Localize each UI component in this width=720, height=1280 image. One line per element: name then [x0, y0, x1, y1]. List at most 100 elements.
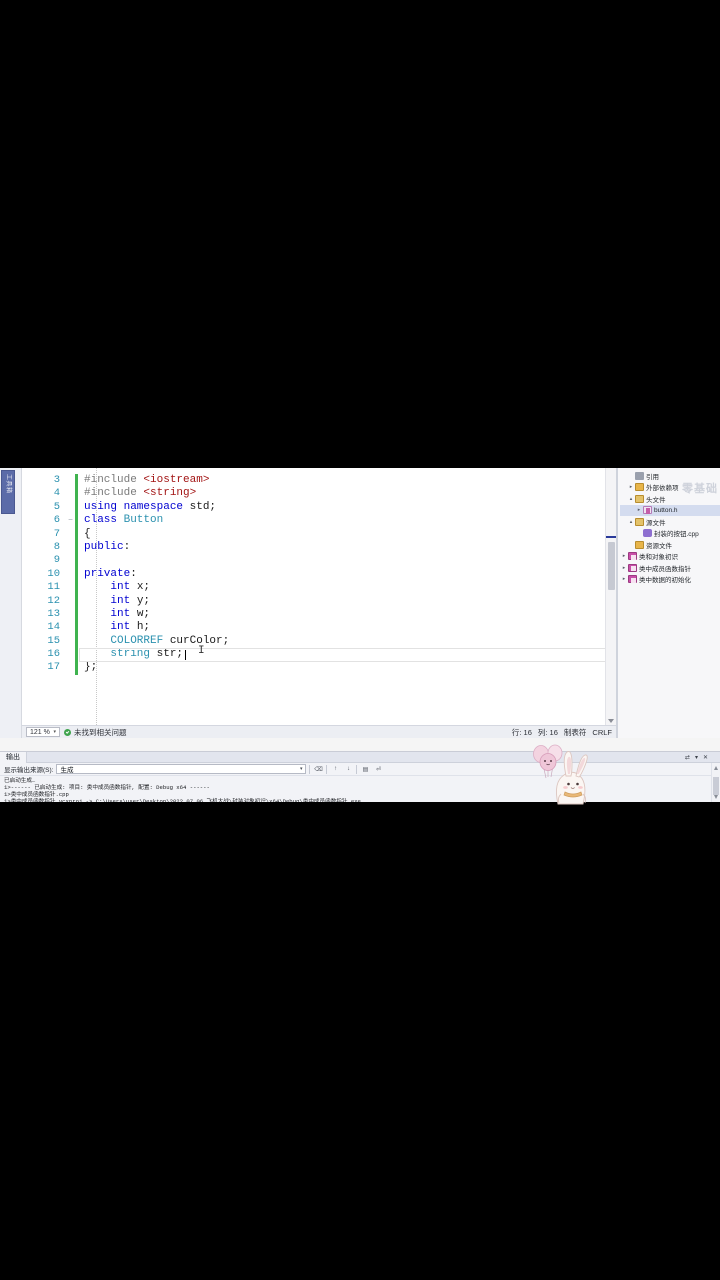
output-line: 1>类中成员函数指针.vcxproj -> C:\Users\user\Desk…: [4, 798, 716, 802]
tree-item-label: 源文件: [646, 517, 666, 527]
tree-spacer: ·: [635, 530, 643, 536]
ide-main-area: 工具箱 3#include <iostream>4#include <strin…: [0, 468, 720, 738]
chevron-right-icon[interactable]: ▸: [627, 484, 635, 490]
output-tab-strip: 输出: [0, 752, 720, 763]
fold-toggle-icon[interactable]: −: [66, 514, 75, 527]
code-line: 5 using namespace std;: [22, 501, 616, 514]
left-tool-rail: 工具箱: [0, 468, 22, 738]
tree-item[interactable]: · 资源文件: [620, 539, 720, 551]
code-line: 7{: [22, 528, 616, 541]
toolbox-vertical-tab[interactable]: 工具箱: [1, 470, 15, 514]
output-pane: 输出 ⇄ ▾ ✕ 显示输出来源(S): 生成 ▾ ⌫ ↑ ↓ ▤ ⏎: [0, 751, 720, 802]
code-line-text: int y;: [78, 595, 616, 608]
solution-explorer-panel[interactable]: 零基础 ·引用▸外部依赖项▴头文件▸button.h▴源文件·封装的按钮.cpp…: [617, 468, 720, 738]
pane-window-controls: ⇄ ▾ ✕: [685, 752, 708, 763]
folder-icon: [635, 483, 644, 491]
tree-item-label: 资源文件: [646, 540, 672, 550]
close-icon[interactable]: ✕: [703, 754, 708, 761]
tree-item-label: 封装的按钮.cpp: [654, 528, 699, 538]
toolbar-separator: [356, 765, 357, 774]
next-message-icon[interactable]: ↓: [343, 764, 353, 774]
cpp-icon: [643, 529, 652, 537]
code-line: 9: [22, 554, 616, 567]
tree-item[interactable]: ▴ 头文件: [620, 493, 720, 505]
chevron-down-icon[interactable]: ▴: [627, 496, 635, 502]
letterbox-bottom: [0, 802, 720, 1280]
tree-item[interactable]: ·引用: [620, 470, 720, 482]
status-ok-icon: [64, 729, 71, 736]
tree-item-label: button.h: [654, 507, 678, 514]
tree-item-label: 类中数据的初始化: [639, 574, 691, 584]
tree-item[interactable]: ▸类和对象初识: [620, 551, 720, 563]
code-line: 11 int x;: [22, 581, 616, 594]
code-line-text: private:: [78, 568, 616, 581]
code-text-area[interactable]: 3#include <iostream>4#include <string>5u…: [22, 468, 616, 725]
scroll-down-arrow-icon[interactable]: [714, 795, 718, 799]
editor-status-strip: 121 % ▾ 未找到相关问题 行: 16 列: 16 制表符 CRLF: [22, 725, 616, 738]
code-line: 17};: [22, 661, 616, 674]
caret-position-group: 行: 16 列: 16 制表符 CRLF: [512, 727, 612, 738]
tree-item-label: 外部依赖项: [646, 482, 679, 492]
code-line-text: using namespace std;: [78, 501, 616, 514]
editor-vertical-scrollbar[interactable]: [605, 468, 616, 725]
tree-item[interactable]: ▴ 源文件: [620, 516, 720, 528]
chevron-down-icon: ▾: [300, 766, 303, 772]
toolbar-separator: [326, 765, 327, 774]
output-text-content[interactable]: 已启动生成…1>------ 已启动生成: 项目: 类中成员函数指针, 配置: …: [0, 776, 720, 802]
output-line: 1>------ 已启动生成: 项目: 类中成员函数指针, 配置: Debug …: [4, 784, 716, 791]
output-line: 1>类中成员函数指针.cpp: [4, 791, 716, 798]
tree-item-label: 引用: [646, 471, 659, 481]
pin-icon[interactable]: ⇄: [685, 754, 690, 761]
clear-all-icon[interactable]: ⌫: [313, 764, 323, 774]
output-line: 已启动生成…: [4, 777, 716, 784]
chevron-right-icon[interactable]: ▸: [620, 565, 628, 571]
folder-p-icon: [635, 518, 644, 526]
line-number: 14: [22, 621, 66, 634]
line-indicator: 行: 16: [512, 727, 532, 738]
output-scrollbar-thumb[interactable]: [713, 777, 719, 795]
tab-output[interactable]: 输出: [0, 752, 27, 763]
code-editor-panel: 3#include <iostream>4#include <string>5u…: [22, 468, 617, 738]
line-number: 9: [22, 554, 66, 567]
toolbox-tab-label: 工具箱: [5, 474, 14, 494]
go-to-message-icon[interactable]: ▤: [360, 764, 370, 774]
tree-item-label: 头文件: [646, 494, 666, 504]
line-number: 11: [22, 581, 66, 594]
tree-item[interactable]: ▸ 外部依赖项: [620, 482, 720, 494]
current-line-highlight: [79, 648, 610, 661]
tree-item[interactable]: ▸ button.h: [620, 505, 720, 517]
proj-icon: [628, 552, 637, 560]
code-line: 6−class Button: [22, 514, 616, 527]
tree-spacer: ·: [627, 542, 635, 548]
text-caret: [185, 650, 186, 660]
code-line: 4#include <string>: [22, 487, 616, 500]
tree-item[interactable]: ▸类中成员函数指针: [620, 562, 720, 574]
code-line-text: };: [78, 661, 616, 674]
code-line: 3#include <iostream>: [22, 474, 616, 487]
chevron-right-icon[interactable]: ▸: [620, 553, 628, 559]
letterbox-top: [0, 0, 720, 468]
toolbar-separator: [309, 765, 310, 774]
scroll-down-arrow-icon[interactable]: [608, 719, 614, 723]
output-source-value: 生成: [60, 764, 73, 774]
tree-item[interactable]: · 封装的按钮.cpp: [620, 528, 720, 540]
line-number: 5: [22, 501, 66, 514]
code-line: 13 int w;: [22, 608, 616, 621]
dropdown-icon[interactable]: ▾: [695, 754, 698, 761]
output-vertical-scrollbar[interactable]: [711, 763, 720, 802]
word-wrap-icon[interactable]: ⏎: [373, 764, 383, 774]
zoom-selector[interactable]: 121 % ▾: [26, 727, 60, 737]
chevron-right-icon[interactable]: ▸: [635, 507, 643, 513]
file-icon: [643, 506, 652, 514]
mouse-ibeam-cursor: I: [198, 645, 205, 657]
chevron-down-icon[interactable]: ▴: [627, 519, 635, 525]
column-indicator: 列: 16: [538, 727, 558, 738]
tree-item[interactable]: ▸ 类中数据的初始化: [620, 574, 720, 586]
chevron-right-icon[interactable]: ▸: [620, 576, 628, 582]
output-source-select[interactable]: 生成 ▾: [56, 764, 306, 774]
code-line: 8public:: [22, 541, 616, 554]
chevron-down-icon: ▾: [53, 729, 56, 735]
scroll-up-arrow-icon[interactable]: [714, 766, 718, 770]
previous-message-icon[interactable]: ↑: [330, 764, 340, 774]
editor-scrollbar-thumb[interactable]: [608, 542, 615, 590]
